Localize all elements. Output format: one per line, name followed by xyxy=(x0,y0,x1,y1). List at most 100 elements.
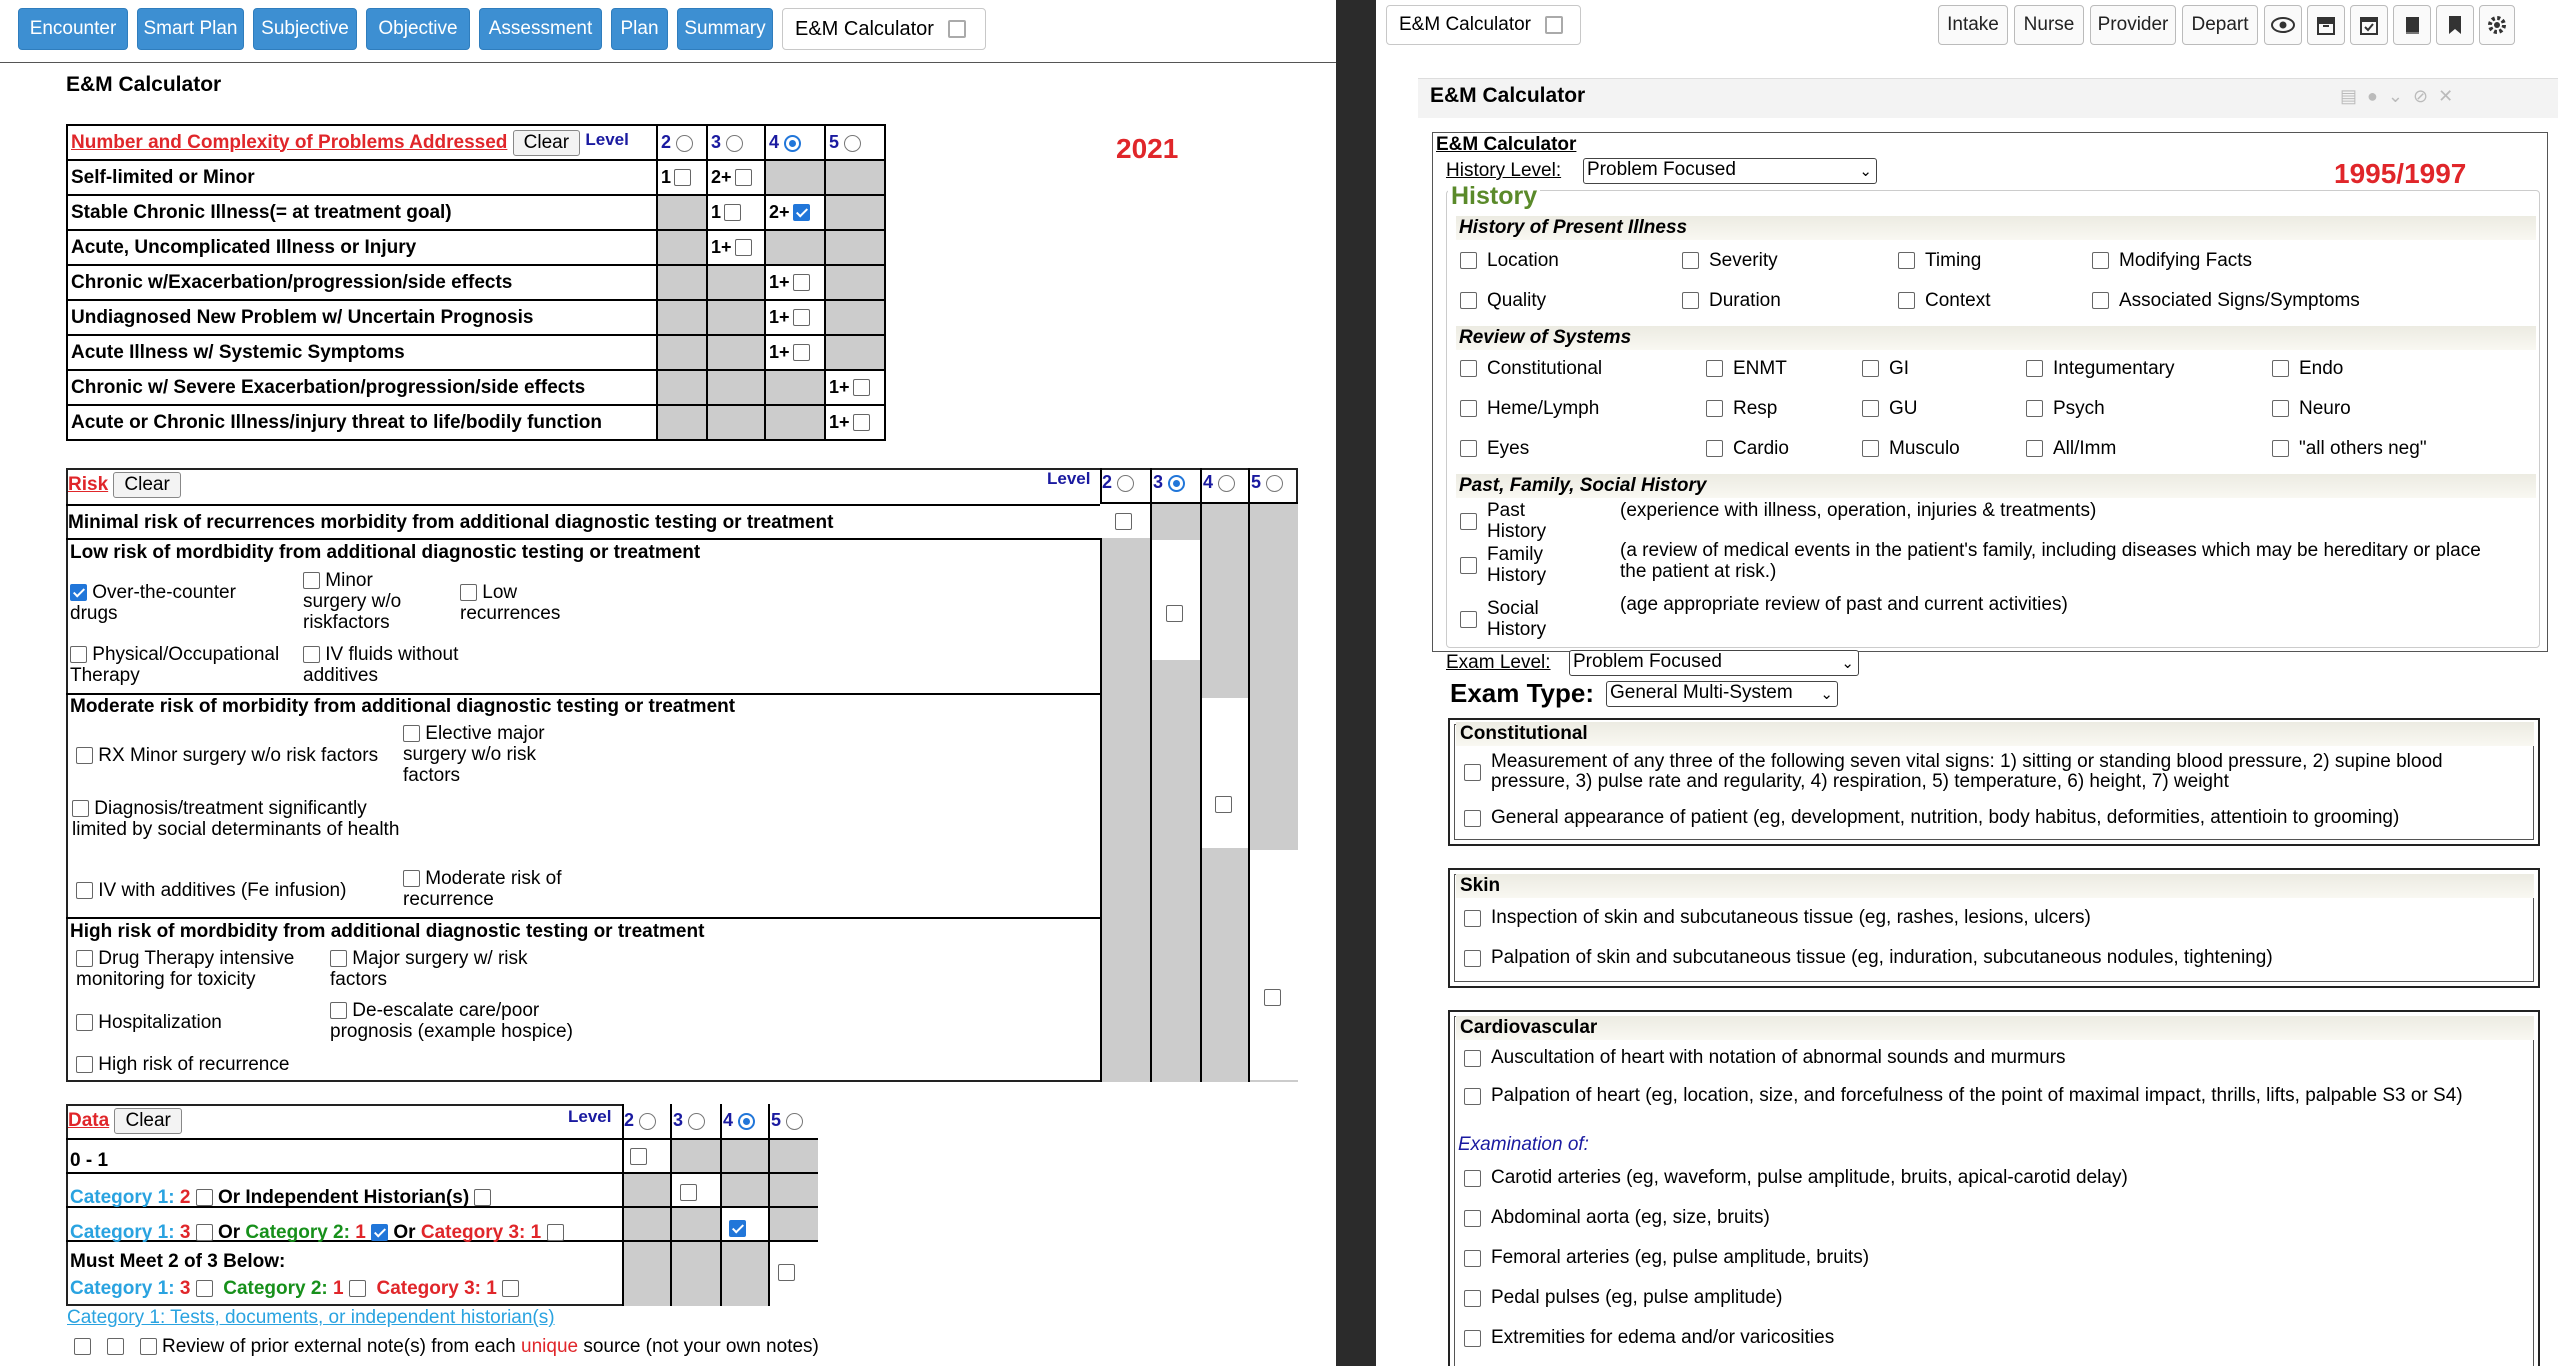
tab-plan[interactable]: Plan xyxy=(611,8,668,50)
problem-cell[interactable]: 1+ xyxy=(824,404,886,441)
ros-item[interactable]: Resp xyxy=(1706,398,1777,420)
ros-item[interactable]: Neuro xyxy=(2272,398,2351,420)
checkbox[interactable] xyxy=(1460,360,1477,378)
checkbox[interactable] xyxy=(2026,440,2043,458)
checkbox[interactable] xyxy=(139,1338,157,1356)
data-level2-checkbox[interactable] xyxy=(630,1148,647,1165)
checkbox[interactable] xyxy=(1464,1049,1481,1067)
risk-low-recurrences[interactable]: Low recurrences xyxy=(460,582,590,624)
problem-cell[interactable]: 1+ xyxy=(764,299,826,336)
checkbox[interactable] xyxy=(76,882,93,900)
risk-low-checkbox[interactable] xyxy=(1166,605,1183,622)
ros-item[interactable]: Cardio xyxy=(1706,438,1789,460)
cat3-checkbox[interactable] xyxy=(502,1280,520,1298)
ros-item[interactable]: GU xyxy=(1862,398,1918,420)
checkbox[interactable] xyxy=(74,1338,91,1356)
ros-item[interactable]: Endo xyxy=(2272,358,2343,380)
chevron-down-icon[interactable]: ⌄ xyxy=(2388,86,2413,106)
exam-item[interactable]: Auscultation of heart with notation of a… xyxy=(1464,1048,2491,1068)
problem-cell[interactable]: 1+ xyxy=(706,229,766,266)
ros-item[interactable]: "all others neg" xyxy=(2272,438,2427,460)
problem-checkbox[interactable] xyxy=(852,413,870,431)
checkbox[interactable] xyxy=(330,950,347,968)
risk-elective-major[interactable]: Elective major surgery w/o risk factors xyxy=(403,723,573,786)
radio-level-5[interactable] xyxy=(786,1112,804,1130)
history-level-select[interactable]: Problem Focused ⌄ xyxy=(1583,158,1877,184)
hpi-item[interactable]: Context xyxy=(1898,290,1990,312)
checkbox[interactable] xyxy=(1464,1329,1481,1347)
radio-level-4[interactable] xyxy=(1218,474,1236,492)
problem-checkbox[interactable] xyxy=(734,168,752,186)
checkbox[interactable] xyxy=(403,870,420,888)
risk-pt-ot[interactable]: Physical/Occupational Therapy xyxy=(70,644,310,686)
pane-divider[interactable] xyxy=(1336,0,1376,1366)
provider-button[interactable]: Provider xyxy=(2090,5,2176,45)
problem-cell[interactable]: 1+ xyxy=(824,369,886,406)
checkbox[interactable] xyxy=(76,950,93,968)
nurse-button[interactable]: Nurse xyxy=(2014,5,2084,45)
risk-hospitalization[interactable]: Hospitalization xyxy=(76,1012,306,1033)
checkbox[interactable] xyxy=(2272,400,2289,418)
depart-button[interactable]: Depart xyxy=(2182,5,2258,45)
hpi-item[interactable]: Associated Signs/Symptoms xyxy=(2092,290,2360,312)
checkbox[interactable] xyxy=(1464,763,1481,781)
ros-item[interactable]: Integumentary xyxy=(2026,358,2174,380)
tab-objective[interactable]: Objective xyxy=(366,8,470,50)
exam-item[interactable]: Inspection of skin and subcutaneous tiss… xyxy=(1464,908,2491,928)
hpi-item[interactable]: Quality xyxy=(1460,290,1546,312)
pfsh-item[interactable]: Past History xyxy=(1460,500,1567,542)
exam-item[interactable]: Pedal pulses (eg, pulse amplitude) xyxy=(1464,1288,2491,1308)
exam-type-select[interactable]: General Multi-System ⌄ xyxy=(1606,681,1838,707)
problem-cell[interactable]: 1+ xyxy=(764,264,826,301)
tab-assessment[interactable]: Assessment xyxy=(479,8,602,50)
risk-drug-therapy[interactable]: Drug Therapy intensive monitoring for to… xyxy=(76,948,326,990)
exam-item[interactable]: Abdominal aorta (eg, size, bruits) xyxy=(1464,1208,2491,1228)
exam-item[interactable]: General appearance of patient (eg, devel… xyxy=(1464,808,2491,828)
checkbox[interactable] xyxy=(1464,809,1481,827)
data-clear-button[interactable]: Clear xyxy=(114,1108,182,1134)
checkbox[interactable] xyxy=(1460,292,1477,310)
checkbox[interactable] xyxy=(1464,1169,1481,1187)
checkbox[interactable] xyxy=(70,646,87,664)
checkbox[interactable] xyxy=(1460,440,1477,458)
risk-level-5[interactable]: 5 xyxy=(1251,472,1284,493)
hpi-item[interactable]: Timing xyxy=(1898,250,1981,272)
checkbox[interactable] xyxy=(2092,252,2109,270)
checkbox[interactable] xyxy=(1460,610,1477,628)
close-icon[interactable]: ✕ xyxy=(2438,86,2463,106)
problem-checkbox[interactable] xyxy=(674,168,692,186)
checkbox[interactable] xyxy=(2026,360,2043,378)
checkbox[interactable] xyxy=(303,646,320,664)
problems-level-4[interactable]: 4 xyxy=(764,124,826,161)
data-level3-checkbox[interactable] xyxy=(680,1184,697,1201)
problem-cell[interactable]: 1+ xyxy=(764,334,826,371)
checkbox[interactable] xyxy=(72,800,89,818)
checkbox[interactable] xyxy=(1862,440,1879,458)
book-icon[interactable]: ▤ xyxy=(2340,86,2367,106)
ros-item[interactable]: All/Imm xyxy=(2026,438,2116,460)
risk-high-recurrence[interactable]: High risk of recurrence xyxy=(76,1054,326,1075)
checkbox[interactable] xyxy=(1862,400,1879,418)
checkbox[interactable] xyxy=(70,584,87,602)
checkbox[interactable] xyxy=(2092,292,2109,310)
checkbox[interactable] xyxy=(1460,252,1477,270)
mic-icon[interactable]: ● xyxy=(2367,86,2388,106)
risk-level-2[interactable]: 2 xyxy=(1102,472,1135,493)
checkbox[interactable] xyxy=(1706,360,1723,378)
archive-icon[interactable] xyxy=(2307,5,2345,45)
checkbox[interactable] xyxy=(1464,1289,1481,1307)
checkbox[interactable] xyxy=(1682,292,1699,310)
ros-item[interactable]: GI xyxy=(1862,358,1909,380)
cat2-checkbox[interactable] xyxy=(371,1224,389,1242)
problem-cell[interactable]: 1 xyxy=(656,159,708,196)
checkbox[interactable] xyxy=(1862,360,1879,378)
ros-item[interactable]: Heme/Lymph xyxy=(1460,398,1599,420)
radio-level-2[interactable] xyxy=(639,1112,657,1130)
tab-em-calculator[interactable]: E&M Calculator xyxy=(782,8,986,50)
exam-item[interactable]: Palpation of skin and subcutaneous tissu… xyxy=(1464,948,2491,968)
save-icon[interactable] xyxy=(1545,16,1563,34)
problems-level-3[interactable]: 3 xyxy=(706,124,766,161)
problem-checkbox[interactable] xyxy=(792,203,810,221)
hpi-item[interactable]: Location xyxy=(1460,250,1559,272)
radio-level-5[interactable] xyxy=(844,134,862,152)
